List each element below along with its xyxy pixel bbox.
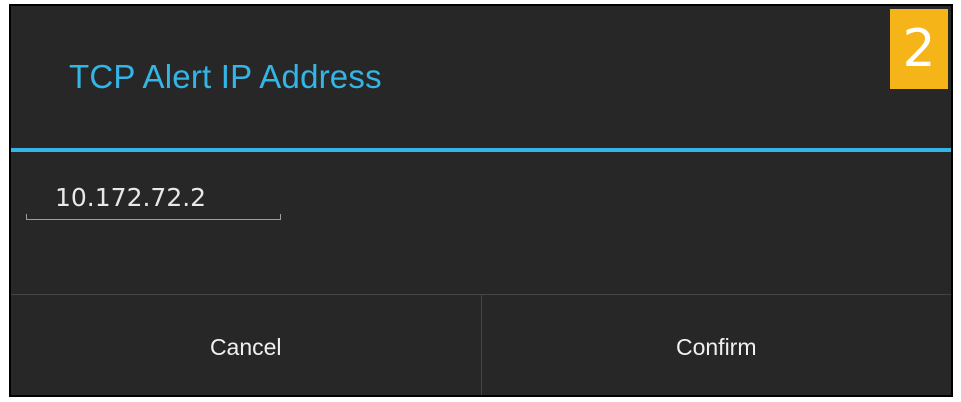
ip-address-input-underline bbox=[26, 214, 281, 220]
alert-dialog: TCP Alert IP Address 2 10.172.72.2 Cance… bbox=[9, 4, 953, 397]
title-divider bbox=[11, 148, 951, 152]
step-badge: 2 bbox=[890, 9, 948, 89]
cancel-button[interactable]: Cancel bbox=[11, 295, 482, 395]
ip-address-input[interactable]: 10.172.72.2 bbox=[55, 183, 206, 212]
confirm-button[interactable]: Confirm bbox=[482, 295, 952, 395]
dialog-button-bar: Cancel Confirm bbox=[11, 294, 952, 395]
dialog-title: TCP Alert IP Address bbox=[69, 58, 382, 95]
